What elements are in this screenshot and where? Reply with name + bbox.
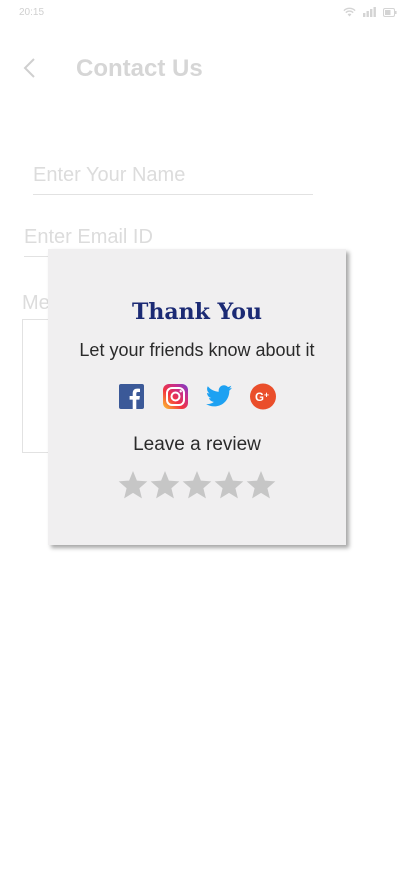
message-textarea[interactable] — [22, 319, 49, 453]
signal-icon — [363, 7, 376, 17]
star-rating[interactable] — [48, 469, 346, 501]
twitter-icon — [206, 385, 232, 407]
instagram-icon — [162, 383, 188, 409]
star-2-icon[interactable] — [149, 469, 181, 501]
star-1-icon[interactable] — [117, 469, 149, 501]
back-button[interactable] — [16, 55, 42, 81]
svg-text:+: + — [264, 389, 269, 399]
leave-review-label: Leave a review — [133, 434, 261, 455]
google-plus-share-button[interactable]: G + — [250, 383, 276, 409]
google-plus-icon: G + — [250, 383, 276, 409]
facebook-share-button[interactable] — [118, 383, 144, 409]
name-input[interactable]: Enter Your Name — [33, 164, 313, 195]
facebook-icon — [118, 383, 144, 409]
instagram-share-button[interactable] — [162, 383, 188, 409]
star-4-icon[interactable] — [213, 469, 245, 501]
chevron-left-icon — [23, 58, 35, 78]
social-share-row: G + — [48, 383, 346, 409]
status-icons — [343, 7, 397, 17]
svg-text:G: G — [255, 391, 264, 403]
page-title: Contact Us — [76, 55, 203, 82]
star-5-icon[interactable] — [245, 469, 277, 501]
star-3-icon[interactable] — [181, 469, 213, 501]
battery-icon — [383, 7, 397, 17]
dialog-title: Thank You — [132, 299, 262, 325]
twitter-share-button[interactable] — [206, 383, 232, 409]
message-label: Me — [22, 292, 50, 314]
wifi-icon — [343, 7, 356, 17]
dialog-subtitle: Let your friends know about it — [79, 340, 315, 360]
thank-you-dialog: Thank You Let your friends know about it — [48, 249, 346, 545]
contact-us-screen: 20:15 Contact Us Enter Your Name Enter E… — [0, 0, 414, 896]
status-time: 20:15 — [19, 7, 45, 18]
